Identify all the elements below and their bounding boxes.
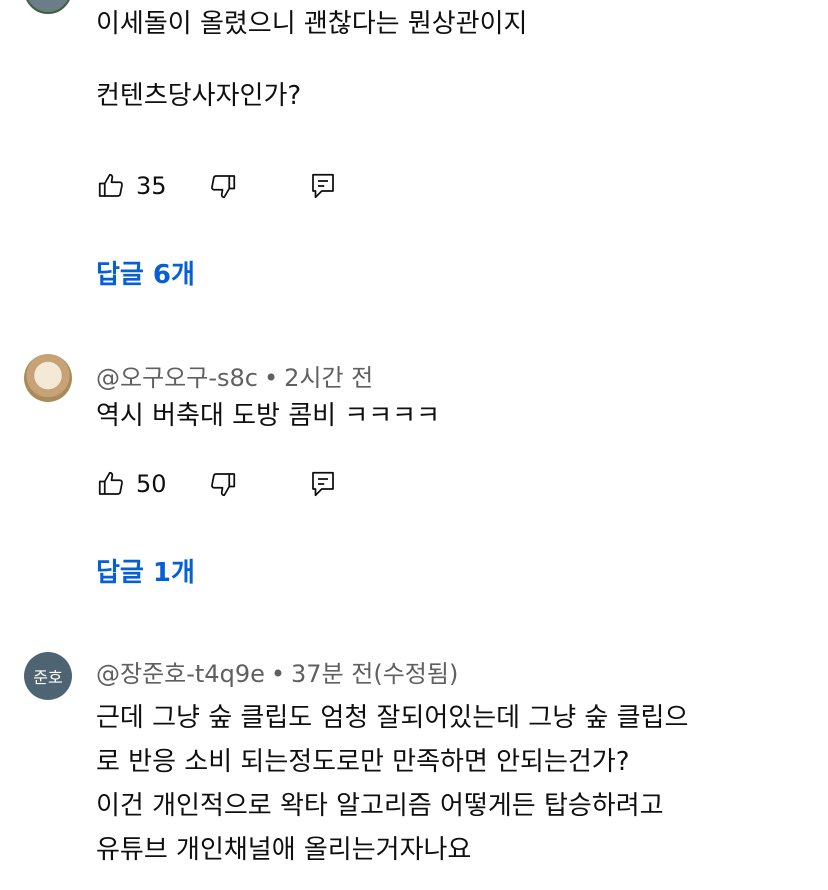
reply-button[interactable] [308,464,338,504]
dislike-button[interactable] [208,464,238,504]
comment-actions: 50 [96,464,356,504]
author-name[interactable]: @장준호-t4q9e [96,660,265,688]
comment-text: 역시 버축대 도방 콤비 ㅋㅋㅋㅋ [96,401,441,431]
thumbs-up-icon [98,173,123,197]
reply-button[interactable] [308,166,338,206]
comment-header: @장준호-t4q9e • 37분 전(수정됨) [96,654,458,689]
avatar[interactable]: 준호 [24,652,72,700]
author-name[interactable]: @오구오구-s8c [96,364,258,392]
like-button[interactable]: 50 [96,464,167,504]
avatar[interactable] [24,354,72,402]
dislike-button[interactable] [208,166,238,206]
reply-icon [312,173,334,199]
like-count: 35 [136,172,167,200]
thumbs-up-icon [98,471,123,495]
comment-actions: 35 [96,166,356,206]
separator-dot: • [263,364,279,392]
avatar-initials: 준호 [33,668,63,687]
comment-text: 이세돌이 올렸으니 괜찮다는 뭔상관이지 컨텐츠당사자인가? [96,9,528,111]
like-count: 50 [136,470,167,498]
timestamp: 2시간 전 [284,364,374,392]
comment-text: 근데 그냥 숲 클립도 엄청 잘되어있는데 그냥 숲 클립으 로 반응 소비 되… [96,703,689,865]
reply-icon [312,471,334,497]
thumbs-down-icon [211,473,236,497]
timestamp: 37분 전(수정됨) [291,660,459,688]
separator-dot: • [270,660,286,688]
thumbs-down-icon [211,175,236,199]
avatar[interactable] [24,0,72,14]
replies-toggle[interactable]: 답글 1개 [96,552,195,589]
comment-header: @오구오구-s8c • 2시간 전 [96,358,373,393]
replies-toggle[interactable]: 답글 6개 [96,254,195,291]
like-button[interactable]: 35 [96,166,167,206]
